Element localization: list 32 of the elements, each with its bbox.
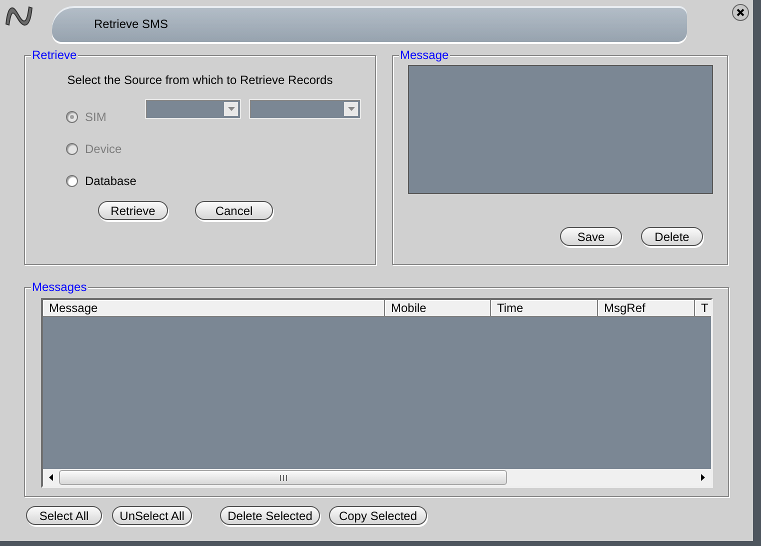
scrollbar-thumb[interactable] xyxy=(59,470,507,485)
radio-label: SIM xyxy=(85,110,106,124)
group-title: Message xyxy=(399,48,450,62)
window-title: Retrieve SMS xyxy=(94,17,168,31)
copy-selected-button[interactable]: Copy Selected xyxy=(329,506,427,525)
radio-label: Device xyxy=(85,142,122,156)
retrieve-button[interactable]: Retrieve xyxy=(98,201,168,220)
delete-selected-button[interactable]: Delete Selected xyxy=(220,506,320,525)
column-header[interactable]: Time xyxy=(491,300,598,317)
close-icon[interactable] xyxy=(732,4,749,21)
horizontal-scrollbar[interactable] xyxy=(43,469,711,486)
column-header[interactable]: MsgRef xyxy=(598,300,695,317)
instruction-text: Select the Source from which to Retrieve Records xyxy=(66,72,334,87)
group-title: Messages xyxy=(31,280,88,294)
column-header[interactable]: Message xyxy=(43,300,385,317)
group-title: Retrieve xyxy=(31,48,78,62)
delete-button[interactable]: Delete xyxy=(641,227,703,246)
column-header[interactable]: T xyxy=(695,300,711,317)
select-all-button[interactable]: Select All xyxy=(26,506,102,525)
logo-icon xyxy=(4,4,34,28)
grip-icon xyxy=(280,474,286,480)
unselect-all-button[interactable]: UnSelect All xyxy=(112,506,192,525)
radio-button[interactable] xyxy=(66,175,78,187)
column-header[interactable]: Mobile xyxy=(385,300,491,317)
radio-label: Database xyxy=(85,174,136,188)
save-button[interactable]: Save xyxy=(560,227,622,246)
cancel-button[interactable]: Cancel xyxy=(195,201,273,220)
message-field[interactable] xyxy=(408,65,713,194)
right-arrow-icon[interactable] xyxy=(701,474,705,481)
left-arrow-icon[interactable] xyxy=(49,474,53,481)
caret-icon xyxy=(228,107,234,111)
caret-icon xyxy=(348,107,354,111)
